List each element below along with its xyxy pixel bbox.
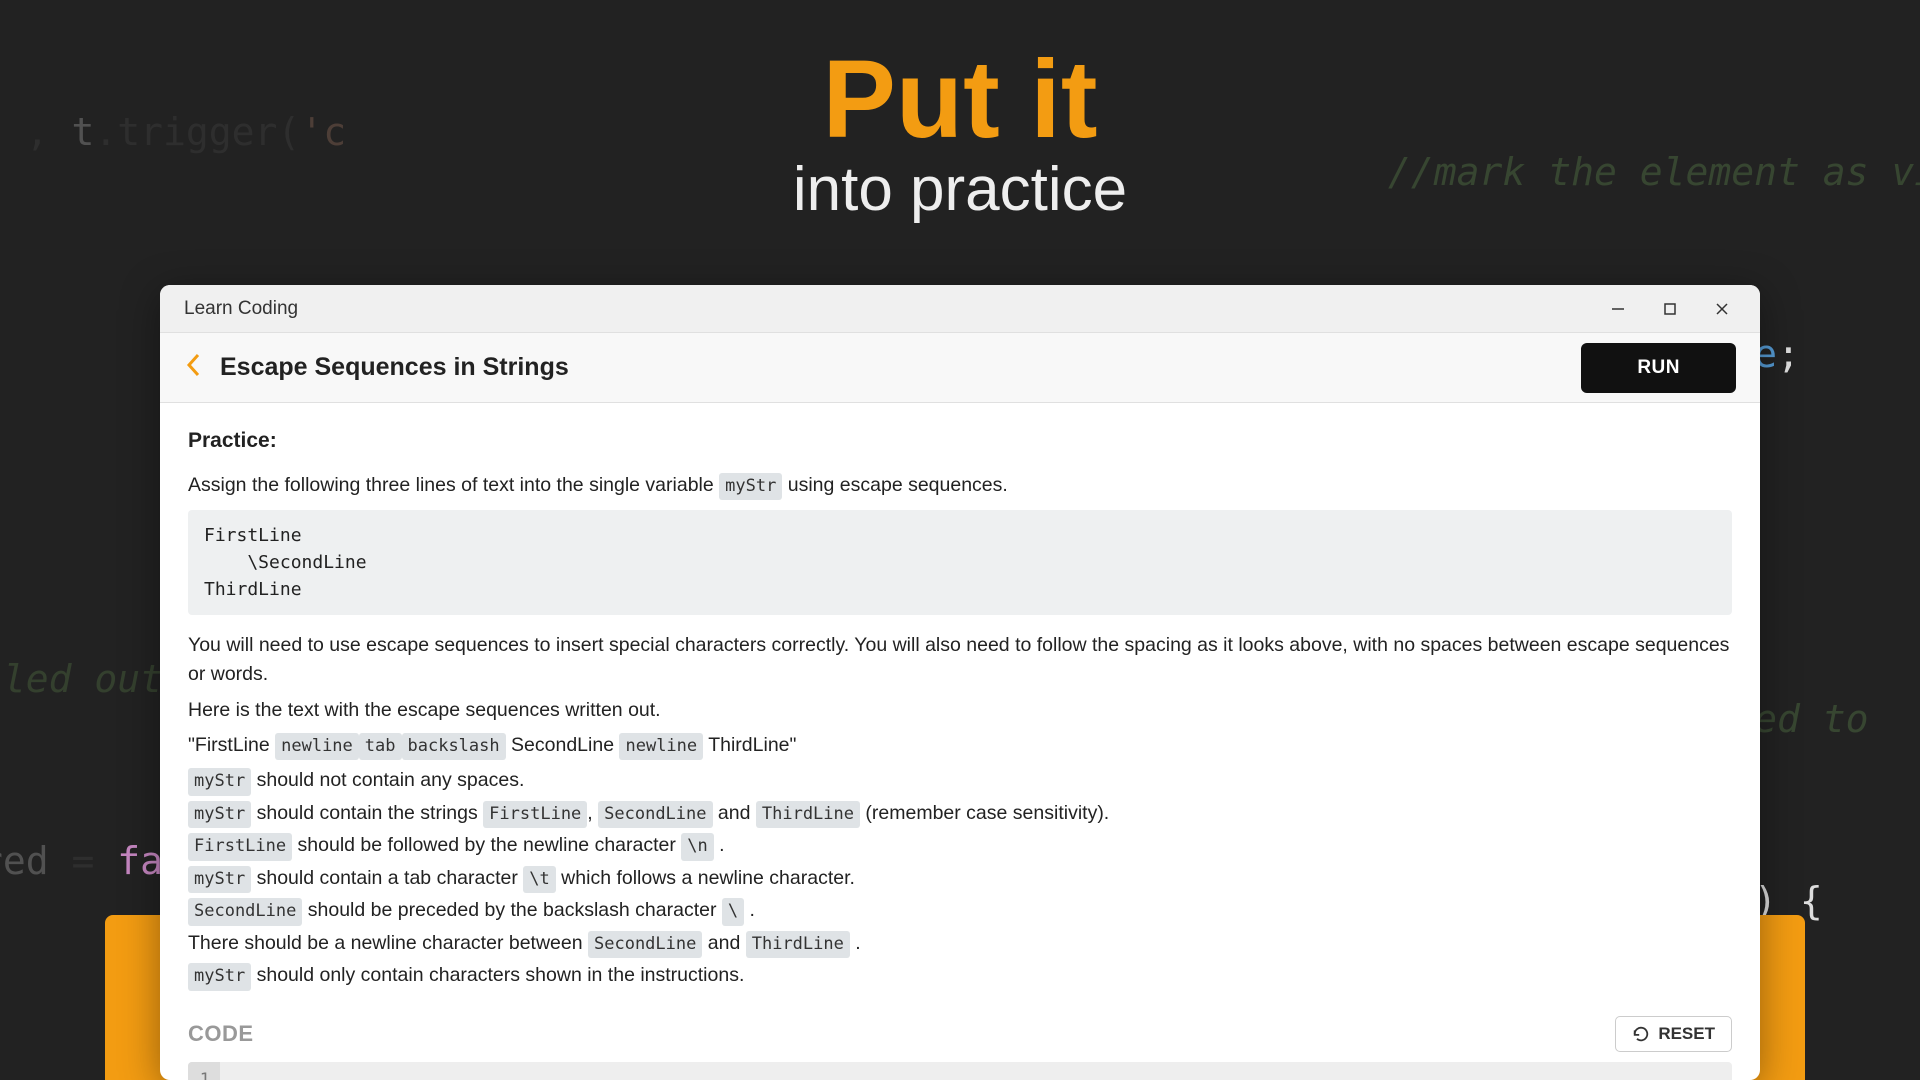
practice-heading: Practice:: [188, 425, 1732, 457]
check2-sep2: and: [713, 802, 756, 824]
note-2: Here is the text with the escape sequenc…: [188, 696, 1732, 725]
lesson-content: Practice: Assign the following three lin…: [160, 403, 1760, 1016]
maximize-icon: [1663, 302, 1677, 316]
seq-a: "FirstLine: [188, 734, 270, 756]
check3-text-a: should be followed by the newline charac…: [292, 834, 681, 856]
code-label: CODE: [188, 1021, 254, 1047]
check4-chip: myStr: [188, 866, 251, 894]
check4-text-b: which follows a newline character.: [556, 867, 855, 889]
check1-text: should not contain any spaces.: [251, 769, 524, 791]
intro-code-chip: myStr: [719, 473, 782, 501]
seq-chip-tab: tab: [359, 733, 402, 761]
check2-chip-b: SecondLine: [598, 801, 712, 829]
note-1: You will need to use escape sequences to…: [188, 631, 1732, 690]
check7-chip: myStr: [188, 963, 251, 991]
check2-chip: myStr: [188, 801, 251, 829]
line-number: 1: [198, 1070, 210, 1080]
editor-area[interactable]: [220, 1062, 1732, 1080]
intro-text-a: Assign the following three lines of text…: [188, 474, 719, 496]
intro-text-b: using escape sequences.: [788, 474, 1008, 496]
lesson-title: Escape Sequences in Strings: [220, 353, 569, 382]
check2-sep1: ,: [587, 802, 598, 824]
minimize-button[interactable]: [1592, 291, 1644, 327]
window-title: Learn Coding: [184, 298, 298, 320]
minimize-icon: [1611, 302, 1625, 316]
app-window: Learn Coding Escape Sequences in Strings…: [160, 285, 1760, 1080]
hero-headline: Put it into practice: [793, 50, 1127, 225]
maximize-button[interactable]: [1644, 291, 1696, 327]
close-icon: [1715, 302, 1729, 316]
lesson-header: Escape Sequences in Strings RUN: [160, 333, 1760, 403]
check7-text: should only contain characters shown in …: [251, 964, 744, 986]
check2-chip-a: FirstLine: [483, 801, 587, 829]
check2-chip-c: ThirdLine: [756, 801, 860, 829]
check6-chip-b: ThirdLine: [746, 931, 850, 959]
check6-sep: and: [702, 932, 745, 954]
check3-chip: FirstLine: [188, 833, 292, 861]
seq-chip-backslash: backslash: [402, 733, 506, 761]
code-editor[interactable]: 1 2 3: [188, 1062, 1732, 1080]
check6-chip-a: SecondLine: [588, 931, 702, 959]
check4-chip-b: \t: [523, 866, 555, 894]
run-button[interactable]: RUN: [1581, 343, 1736, 393]
headline-line2: into practice: [793, 154, 1127, 225]
check5-chip-b: \: [722, 898, 744, 926]
check3-text-b: .: [714, 834, 725, 856]
headline-line1: Put it: [793, 50, 1127, 149]
editor-gutter: 1 2 3: [188, 1062, 220, 1080]
check5-text-b: .: [744, 899, 755, 921]
check1-chip: myStr: [188, 768, 251, 796]
seq-chip-newline1: newline: [275, 733, 359, 761]
seq-c: ThirdLine": [708, 734, 796, 756]
seq-b: SecondLine: [511, 734, 614, 756]
reset-icon: [1632, 1025, 1650, 1043]
window-titlebar: Learn Coding: [160, 285, 1760, 333]
check5-text-a: should be preceded by the backslash char…: [302, 899, 722, 921]
check2-text-b: (remember case sensitivity).: [860, 802, 1109, 824]
reset-button[interactable]: RESET: [1615, 1016, 1732, 1052]
check2-text-a: should contain the strings: [251, 802, 483, 824]
code-section: CODE RESET 1 2 3: [160, 1016, 1760, 1080]
check3-chip-b: \n: [681, 833, 713, 861]
check5-chip: SecondLine: [188, 898, 302, 926]
check6-text-b: .: [850, 932, 861, 954]
back-button[interactable]: [184, 353, 202, 382]
seq-chip-newline2: newline: [619, 733, 703, 761]
close-button[interactable]: [1696, 291, 1748, 327]
example-output: FirstLine \SecondLine ThirdLine: [188, 510, 1732, 615]
reset-label: RESET: [1658, 1024, 1715, 1044]
check6-text-a: There should be a newline character betw…: [188, 932, 588, 954]
checks-list: myStr should not contain any spaces. myS…: [188, 766, 1732, 991]
chevron-left-icon: [184, 353, 202, 377]
check4-text-a: should contain a tab character: [251, 867, 523, 889]
